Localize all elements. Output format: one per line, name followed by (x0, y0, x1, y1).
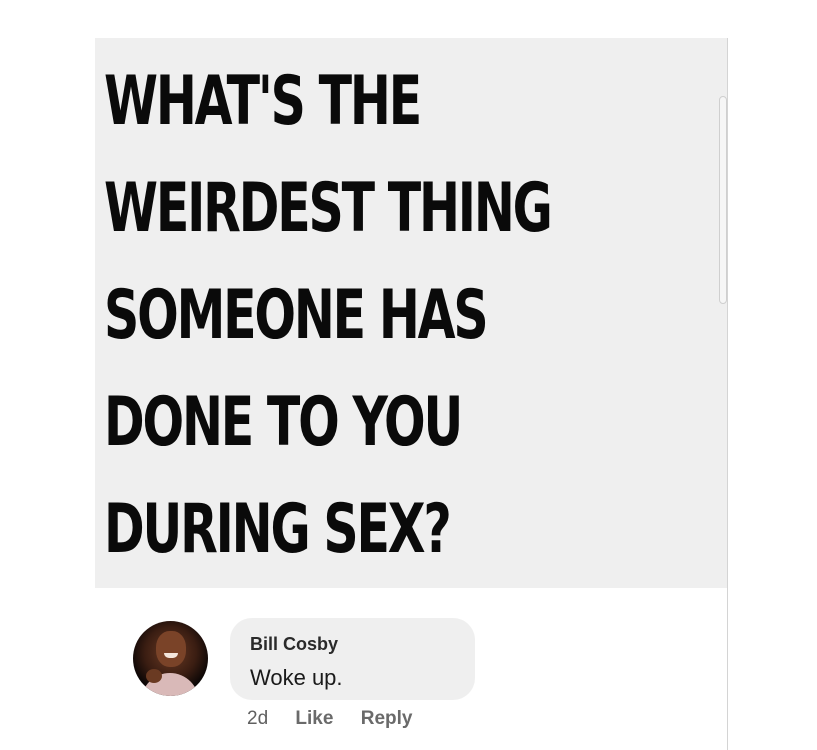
panel-divider (727, 38, 728, 750)
headline-line: DURING SEX? (104, 490, 452, 569)
comment-bubble: Bill Cosby Woke up. (230, 618, 475, 700)
comment-author[interactable]: Bill Cosby (250, 634, 338, 655)
headline-line: SOMEONE HAS (104, 276, 489, 355)
avatar-face (156, 631, 186, 667)
post-image: WHAT'S THE WEIRDEST THING SOMEONE HAS DO… (95, 38, 728, 588)
like-button[interactable]: Like (295, 708, 333, 730)
scrollbar-handle[interactable] (719, 96, 727, 304)
comment-actions: 2d Like Reply (247, 708, 434, 730)
headline-line: DONE TO YOU (104, 383, 463, 462)
comment-text: Woke up. (250, 665, 343, 690)
avatar-hand (146, 669, 162, 683)
post-headline: WHAT'S THE WEIRDEST THING SOMEONE HAS DO… (104, 48, 553, 583)
headline-line: WHAT'S THE (104, 62, 422, 141)
comment-timestamp[interactable]: 2d (247, 708, 268, 730)
headline-line: WEIRDEST THING (104, 169, 553, 248)
screenshot-page: WHAT'S THE WEIRDEST THING SOMEONE HAS DO… (0, 0, 817, 750)
reply-button[interactable]: Reply (361, 708, 413, 730)
avatar[interactable] (133, 621, 208, 696)
